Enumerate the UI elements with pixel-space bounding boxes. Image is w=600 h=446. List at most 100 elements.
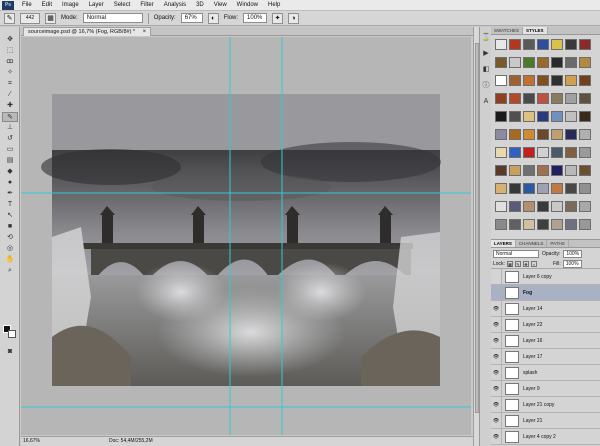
menu-3d[interactable]: 3D xyxy=(191,0,209,11)
style-swatch[interactable] xyxy=(495,147,507,158)
lock-transparency-icon[interactable]: ▦ xyxy=(506,260,513,267)
navigator-panel-icon[interactable]: ◧ xyxy=(481,65,491,75)
style-swatch[interactable] xyxy=(523,111,535,122)
pen-tool-icon[interactable]: ✒ xyxy=(2,189,18,199)
style-swatch[interactable] xyxy=(551,219,563,230)
healing-tool-icon[interactable]: ✚ xyxy=(2,101,18,111)
history-panel-icon[interactable]: ⌛ xyxy=(481,33,491,43)
tab-swatches[interactable]: SWATCHES xyxy=(491,27,524,34)
style-swatch[interactable] xyxy=(565,93,577,104)
shape-tool-icon[interactable]: ■ xyxy=(2,222,18,232)
style-swatch[interactable] xyxy=(509,183,521,194)
style-swatch[interactable] xyxy=(523,183,535,194)
style-swatch[interactable] xyxy=(537,57,549,68)
3d-orbit-tool-icon[interactable]: ◎ xyxy=(2,244,18,254)
layer-row[interactable]: 👁 Layer 9 xyxy=(491,380,600,397)
style-swatch[interactable] xyxy=(551,201,563,212)
visibility-eye-icon[interactable]: 👁 xyxy=(491,412,502,429)
style-swatch[interactable] xyxy=(579,57,591,68)
style-swatch[interactable] xyxy=(565,201,577,212)
gradient-tool-icon[interactable]: ▤ xyxy=(2,156,18,166)
style-swatch[interactable] xyxy=(565,111,577,122)
zoom-tool-icon[interactable]: ⌕ xyxy=(2,266,18,276)
style-swatch[interactable] xyxy=(495,219,507,230)
marquee-tool-icon[interactable]: ⬚ xyxy=(2,46,18,56)
style-swatch[interactable] xyxy=(551,57,563,68)
clone-stamp-tool-icon[interactable]: ⊥ xyxy=(2,123,18,133)
visibility-eye-icon[interactable]: 👁 xyxy=(491,428,502,445)
mode-select[interactable]: Normal xyxy=(82,13,143,23)
layer-row[interactable]: Layer 6 copy xyxy=(491,268,600,285)
style-swatch[interactable] xyxy=(579,147,591,158)
eraser-tool-icon[interactable]: ▭ xyxy=(2,145,18,155)
visibility-eye-icon[interactable]: 👁 xyxy=(491,348,502,365)
opacity-input[interactable]: 67% xyxy=(180,13,203,23)
brush-panel-icon[interactable]: ▦ xyxy=(45,12,56,24)
lock-pixels-icon[interactable]: ✎ xyxy=(514,260,521,267)
style-swatch[interactable] xyxy=(537,165,549,176)
style-swatch[interactable] xyxy=(565,57,577,68)
character-panel-icon[interactable]: A xyxy=(481,97,491,107)
visibility-eye-icon[interactable]: 👁 xyxy=(491,316,502,333)
style-swatch[interactable] xyxy=(579,129,591,140)
style-swatch[interactable] xyxy=(495,57,507,68)
info-panel-icon[interactable]: ⓘ xyxy=(481,81,491,91)
style-swatch[interactable] xyxy=(537,183,549,194)
style-swatch[interactable] xyxy=(537,75,549,86)
style-swatch[interactable] xyxy=(523,57,535,68)
style-swatch[interactable] xyxy=(523,165,535,176)
style-swatch[interactable] xyxy=(495,201,507,212)
menu-window[interactable]: Window xyxy=(232,0,263,11)
quick-select-tool-icon[interactable]: ✧ xyxy=(2,68,18,78)
style-swatch[interactable] xyxy=(565,147,577,158)
style-swatch[interactable] xyxy=(579,165,591,176)
style-swatch[interactable] xyxy=(537,201,549,212)
style-swatch[interactable] xyxy=(565,39,577,50)
type-tool-icon[interactable]: T xyxy=(2,200,18,210)
style-swatch[interactable] xyxy=(551,129,563,140)
style-swatch[interactable] xyxy=(565,165,577,176)
layer-row[interactable]: Fog xyxy=(491,284,600,301)
style-swatch[interactable] xyxy=(509,129,521,140)
visibility-eye-icon[interactable]: 👁 xyxy=(491,332,502,349)
style-swatch[interactable] xyxy=(579,219,591,230)
style-swatch[interactable] xyxy=(579,111,591,122)
menu-select[interactable]: Select xyxy=(109,0,136,11)
style-swatch[interactable] xyxy=(495,165,507,176)
style-swatch[interactable] xyxy=(537,219,549,230)
style-swatch[interactable] xyxy=(523,75,535,86)
layer-row[interactable]: 👁 Layer 17 xyxy=(491,348,600,365)
style-swatch[interactable] xyxy=(523,219,535,230)
style-swatch[interactable] xyxy=(509,93,521,104)
lasso-tool-icon[interactable]: ꝏ xyxy=(2,57,18,67)
style-swatch[interactable] xyxy=(551,39,563,50)
style-swatch[interactable] xyxy=(509,165,521,176)
menu-file[interactable]: File xyxy=(17,0,37,11)
tab-styles[interactable]: STYLES xyxy=(523,27,548,34)
layer-row[interactable]: 👁 Layer 14 xyxy=(491,300,600,317)
style-swatch[interactable] xyxy=(509,111,521,122)
style-swatch[interactable] xyxy=(565,75,577,86)
style-swatch[interactable] xyxy=(495,93,507,104)
layer-row[interactable]: 👁 Layer 4 copy 2 xyxy=(491,428,600,445)
style-swatch[interactable] xyxy=(579,93,591,104)
blur-tool-icon[interactable]: ◆ xyxy=(2,167,18,177)
visibility-eye-icon[interactable]: 👁 xyxy=(491,396,502,413)
style-swatch[interactable] xyxy=(509,201,521,212)
tab-layers[interactable]: LAYERS xyxy=(491,240,516,247)
history-brush-tool-icon[interactable]: ↺ xyxy=(2,134,18,144)
airbrush-icon[interactable]: ✦ xyxy=(272,12,284,24)
menu-edit[interactable]: Edit xyxy=(37,0,57,11)
style-swatch[interactable] xyxy=(523,201,535,212)
style-swatch[interactable] xyxy=(523,93,535,104)
style-swatch[interactable] xyxy=(565,183,577,194)
hand-tool-icon[interactable]: ✋ xyxy=(2,255,18,265)
style-swatch[interactable] xyxy=(495,183,507,194)
style-swatch[interactable] xyxy=(551,165,563,176)
tab-channels[interactable]: CHANNELS xyxy=(516,240,548,247)
style-swatch[interactable] xyxy=(579,39,591,50)
blend-mode-select[interactable]: Normal xyxy=(493,249,539,258)
style-swatch[interactable] xyxy=(537,129,549,140)
crop-tool-icon[interactable]: ⌗ xyxy=(2,79,18,89)
lock-all-icon[interactable]: ▪ xyxy=(530,260,537,267)
